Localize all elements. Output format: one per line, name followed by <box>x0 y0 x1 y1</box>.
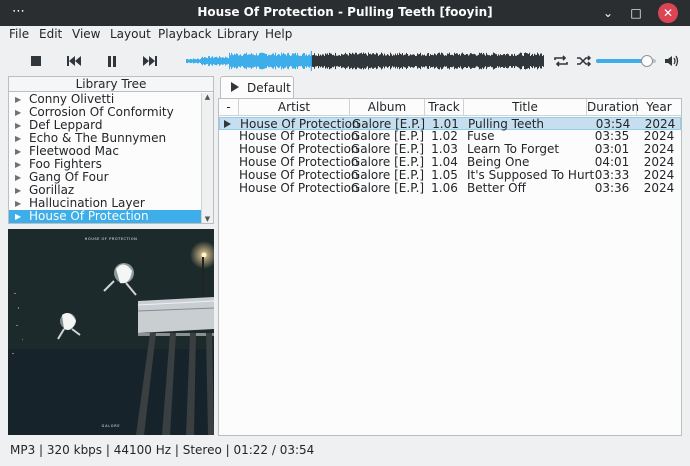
cell-title: Better Off <box>467 181 526 195</box>
shuffle-button[interactable] <box>573 51 595 71</box>
volume-slider[interactable] <box>596 55 658 67</box>
waveform-seekbar[interactable] <box>186 51 544 71</box>
previous-icon <box>67 56 81 66</box>
pause-icon <box>108 55 116 67</box>
play-icon <box>231 82 239 92</box>
cover-art: HOUSE OF PROTECTION GALORE <box>8 229 214 435</box>
volume-handle[interactable] <box>641 55 653 67</box>
library-tree-item-label: Hallucination Layer <box>29 196 145 210</box>
stop-icon <box>31 56 41 66</box>
repeat-icon <box>554 55 568 67</box>
column-header-duration[interactable]: Duration <box>587 99 639 116</box>
cover-band-text: HOUSE OF PROTECTION <box>85 237 138 241</box>
playing-indicator-cell <box>219 156 239 169</box>
expand-arrow-icon[interactable]: ▶ <box>15 145 21 158</box>
expand-arrow-icon[interactable]: ▶ <box>15 158 21 171</box>
minimize-icon[interactable]: ⌄ <box>598 3 618 23</box>
volume-icon[interactable] <box>661 51 683 71</box>
volume-fill <box>596 59 647 63</box>
cover-album-text: GALORE <box>102 424 121 428</box>
expand-arrow-icon[interactable]: ▶ <box>15 184 21 197</box>
menu-file[interactable]: File <box>9 27 29 41</box>
library-tree-item-label: Foo Fighters <box>29 157 102 171</box>
library-tree-item-label: Corrosion Of Conformity <box>29 105 174 119</box>
menu-help[interactable]: Help <box>265 27 292 41</box>
title-bar: ⋯ House Of Protection - Pulling Teeth [f… <box>0 0 690 26</box>
tab-default-label: Default <box>247 81 291 95</box>
menu-bar: File Edit View Layout Playback Library H… <box>0 26 690 44</box>
library-tree-item[interactable]: ▶ House Of Protection <box>9 210 201 223</box>
playlist-tab-bar: Default <box>218 76 690 99</box>
close-icon[interactable]: ✕ <box>658 3 678 23</box>
now-playing-icon <box>224 120 231 128</box>
menu-library[interactable]: Library <box>217 27 259 41</box>
playing-indicator-cell <box>219 182 239 195</box>
library-tree-item-label: House Of Protection <box>29 209 149 223</box>
column-header-artist[interactable]: Artist <box>239 99 350 116</box>
column-header-indicator[interactable]: - <box>219 99 239 116</box>
previous-button[interactable] <box>63 51 85 71</box>
playing-indicator-cell <box>219 169 239 182</box>
menu-layout[interactable]: Layout <box>110 27 151 41</box>
library-tree-list: ▶ Conny Olivetti ▶ Corrosion Of Conformity ▶… <box>9 93 201 223</box>
expand-arrow-icon[interactable]: ▶ <box>15 119 21 132</box>
playlist-header: - Artist Album Track Title Duration Year <box>219 99 681 116</box>
expand-arrow-icon[interactable]: ▶ <box>15 132 21 145</box>
library-tree-item-label: Fleetwood Mac <box>29 144 119 158</box>
library-tree-header: Library Tree <box>9 77 213 92</box>
pause-button[interactable] <box>101 51 123 71</box>
menu-playback[interactable]: Playback <box>158 27 212 41</box>
expand-arrow-icon[interactable]: ▶ <box>15 210 21 223</box>
cell-duration: 03:36 <box>594 181 630 195</box>
stop-button[interactable] <box>25 51 47 71</box>
next-icon <box>143 56 157 66</box>
shuffle-icon <box>577 55 592 67</box>
menu-edit[interactable]: Edit <box>39 27 62 41</box>
playlist-view: - Artist Album Track Title Duration Year… <box>218 98 682 436</box>
cell-track: 1.06 <box>431 181 458 195</box>
maximize-icon[interactable]: □ <box>626 3 646 23</box>
window-title: House Of Protection - Pulling Teeth [foo… <box>197 5 493 19</box>
cell-year: 2024 <box>643 181 675 195</box>
library-tree-item-label: Gang Of Four <box>29 170 109 184</box>
tab-default[interactable]: Default <box>220 76 294 99</box>
expand-arrow-icon[interactable]: ▶ <box>15 197 21 210</box>
speaker-icon <box>665 55 679 67</box>
expand-arrow-icon[interactable]: ▶ <box>15 93 21 106</box>
library-tree-item-label: Conny Olivetti <box>29 92 115 106</box>
column-header-track[interactable]: Track <box>425 99 464 116</box>
column-header-album[interactable]: Album <box>350 99 425 116</box>
menu-view[interactable]: View <box>72 27 100 41</box>
library-tree-item-label: Echo & The Bunnymen <box>29 131 167 145</box>
cell-artist: House Of Protection <box>239 181 359 195</box>
cell-album: Galore [E.P.] <box>350 181 425 195</box>
library-scrollbar[interactable]: ▲ ▼ <box>201 93 213 223</box>
expand-arrow-icon[interactable]: ▶ <box>15 106 21 119</box>
column-header-title[interactable]: Title <box>464 99 587 116</box>
library-tree-panel: Library Tree ▶ Conny Olivetti ▶ Corrosion O… <box>8 76 214 224</box>
cover-image: HOUSE OF PROTECTION GALORE <box>8 229 214 435</box>
scroll-down-icon[interactable]: ▼ <box>202 215 213 223</box>
library-tree-item-label: Gorillaz <box>29 183 75 197</box>
library-tree-item-label: Def Leppard <box>29 118 103 132</box>
playlist-row[interactable]: House Of Protection Galore [E.P.] 1.06 Bett… <box>219 182 681 195</box>
scroll-up-icon[interactable]: ▲ <box>202 93 213 101</box>
expand-arrow-icon[interactable]: ▶ <box>15 171 21 184</box>
repeat-button[interactable] <box>550 51 572 71</box>
column-header-year[interactable]: Year <box>637 99 681 116</box>
next-button[interactable] <box>139 51 161 71</box>
status-bar: MP3 | 320 kbps | 44100 Hz | Stereo | 01:… <box>10 443 315 457</box>
playing-indicator-cell <box>219 130 239 143</box>
playing-indicator-cell <box>219 143 239 156</box>
